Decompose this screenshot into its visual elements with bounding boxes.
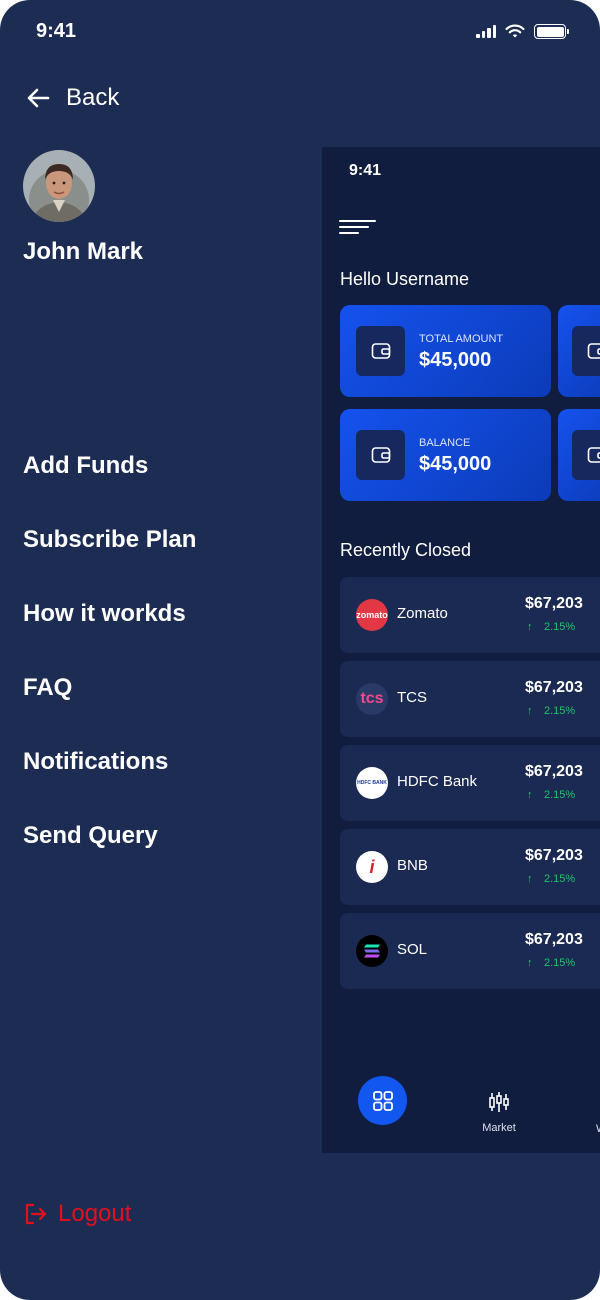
arrow-up-icon: ↑ [527, 621, 533, 633]
stock-name: TCS [397, 689, 427, 706]
menu-item-notifications[interactable]: Notifications [23, 742, 196, 816]
stock-change: 2.15% [544, 957, 576, 969]
wallet-icon [356, 430, 405, 480]
stock-name: BNB [397, 857, 428, 874]
signal-icon [476, 25, 496, 38]
arrow-up-icon: ↑ [527, 789, 533, 801]
greeting: Hello Username [340, 269, 470, 289]
arrow-up-icon: ↑ [527, 873, 533, 885]
menu-item-send-query[interactable]: Send Query [23, 816, 196, 890]
section-title: Recently Closed [340, 540, 472, 560]
card-label: BALANCE [419, 437, 471, 449]
stock-change: 2.15% [544, 873, 576, 885]
user-name: John Mark [23, 238, 144, 265]
candlestick-icon [489, 1092, 509, 1112]
menu-item-subscribe-plan[interactable]: Subscribe Plan [23, 520, 196, 594]
battery-icon [534, 24, 569, 39]
stock-price: $67,203 [525, 931, 583, 948]
card-label: TOTAL AMOUNT [419, 333, 504, 345]
back-label: Back [66, 84, 120, 111]
grid-icon [372, 1090, 393, 1111]
nav-market-label: Market [482, 1122, 516, 1134]
arrow-up-icon: ↑ [527, 957, 533, 969]
tcs-logo-icon: tcs [356, 683, 388, 715]
sol-logo-icon [356, 935, 388, 967]
logout-button[interactable]: Logout [24, 1200, 131, 1228]
bottom-nav: Market W [322, 1069, 600, 1153]
hdfc-logo-icon: HDFC BANK [356, 767, 388, 799]
stock-name: SOL [397, 941, 428, 958]
stock-name: Zomato [397, 605, 448, 622]
card-value: $45,000 [419, 349, 492, 371]
stock-price: $67,203 [525, 847, 583, 864]
status-bar: 9:41 [0, 0, 600, 60]
dashboard-preview[interactable]: 9:41 Hello Username TOTAL AMOUNT $45,000 [322, 147, 600, 1153]
stock-change: 2.15% [544, 621, 576, 633]
bnb-logo-icon: i [356, 851, 388, 883]
phone-screen: 9:41 Back John Mark Add Funds Subscribe … [0, 0, 600, 1300]
stock-price: $67,203 [525, 679, 583, 696]
wallet-icon [572, 430, 600, 480]
menu-item-faq[interactable]: FAQ [23, 668, 196, 742]
nav-peek-label: W [596, 1123, 600, 1135]
stock-name: HDFC Bank [397, 773, 478, 790]
hamburger-icon[interactable] [339, 220, 376, 236]
wallet-icon [356, 326, 405, 376]
logout-icon [25, 1203, 47, 1225]
card-peek[interactable] [558, 305, 600, 397]
wallet-icon [572, 326, 600, 376]
nav-market-button[interactable]: Market [479, 1091, 519, 1134]
menu-item-add-funds[interactable]: Add Funds [23, 446, 196, 520]
stock-change: 2.15% [544, 705, 576, 717]
list-item[interactable]: tcs TCS $67,203 ↑ 2.15% [340, 661, 600, 737]
logout-label: Logout [58, 1200, 132, 1227]
arrow-up-icon: ↑ [527, 705, 533, 717]
nav-home-button[interactable] [358, 1076, 407, 1125]
card-peek[interactable] [558, 409, 600, 501]
stock-price: $67,203 [525, 763, 583, 780]
card-value: $45,000 [419, 453, 492, 475]
stock-price: $67,203 [525, 595, 583, 612]
drawer-menu: Add Funds Subscribe Plan How it workds F… [23, 446, 196, 890]
zomato-logo-icon: zomato [356, 599, 388, 631]
list-item[interactable]: HDFC BANK HDFC Bank $67,203 ↑ 2.15% [340, 745, 600, 821]
avatar[interactable] [23, 150, 95, 222]
status-time: 9:41 [36, 20, 77, 42]
status-icons [476, 24, 569, 39]
balance-card[interactable]: BALANCE $45,000 [340, 409, 551, 501]
back-button[interactable]: Back [24, 84, 119, 112]
total-amount-card[interactable]: TOTAL AMOUNT $45,000 [340, 305, 551, 397]
avatar-image [23, 150, 95, 222]
menu-item-how-it-works[interactable]: How it workds [23, 594, 196, 668]
wifi-icon [505, 24, 525, 38]
list-item[interactable]: SOL $67,203 ↑ 2.15% [340, 913, 600, 989]
stock-change: 2.15% [544, 789, 576, 801]
list-item[interactable]: i BNB $67,203 ↑ 2.15% [340, 829, 600, 905]
list-item[interactable]: zomato Zomato $67,203 ↑ 2.15% [340, 577, 600, 653]
preview-status-time: 9:41 [349, 162, 382, 179]
arrow-left-icon [27, 88, 50, 108]
